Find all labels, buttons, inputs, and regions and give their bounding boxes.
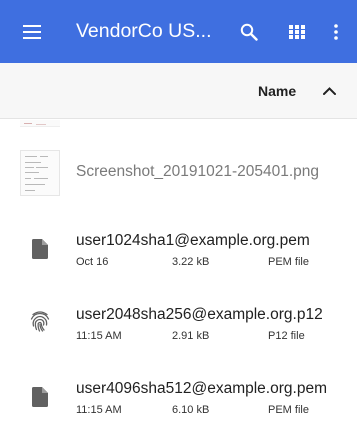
file-date: 11:15 AM bbox=[76, 404, 122, 416]
list-item[interactable]: user1024sha1@example.org.pem Oct 16 3.22… bbox=[0, 220, 357, 276]
file-icon bbox=[20, 386, 60, 408]
app-toolbar: VendorCo US... bbox=[0, 0, 357, 63]
file-name: user1024sha1@example.org.pem bbox=[76, 232, 310, 249]
file-list: Screenshot_20191021-205401.png user1024s… bbox=[0, 120, 357, 424]
file-type: PEM file bbox=[268, 256, 309, 268]
list-item[interactable]: user2048sha256@example.org.p12 11:15 AM … bbox=[0, 294, 357, 350]
sort-by-name-button[interactable]: Name bbox=[258, 63, 296, 119]
file-icon bbox=[20, 238, 60, 260]
file-size: 6.10 kB bbox=[172, 404, 210, 416]
toolbar-title: VendorCo US... bbox=[76, 20, 212, 42]
file-name: user4096sha512@example.org.pem bbox=[76, 380, 327, 397]
file-date: Oct 16 bbox=[76, 256, 109, 268]
partial-list-item-thumbnail bbox=[20, 120, 60, 127]
fingerprint-icon bbox=[20, 308, 60, 334]
list-item[interactable]: user4096sha512@example.org.pem 11:15 AM … bbox=[0, 368, 357, 424]
file-name: Screenshot_20191021-205401.png bbox=[76, 163, 320, 180]
list-item[interactable]: Screenshot_20191021-205401.png bbox=[0, 146, 357, 200]
search-icon[interactable] bbox=[232, 0, 266, 63]
file-date: 11:15 AM bbox=[76, 330, 122, 342]
file-name: user2048sha256@example.org.p12 bbox=[76, 306, 323, 323]
hamburger-menu-icon[interactable] bbox=[12, 0, 52, 63]
file-size: 3.22 kB bbox=[172, 256, 210, 268]
file-type: P12 file bbox=[268, 330, 305, 342]
grid-view-icon[interactable] bbox=[280, 0, 314, 63]
file-picker-screen: VendorCo US... Name Screenshot_20191021-… bbox=[0, 0, 357, 424]
sort-bar: Name bbox=[0, 63, 357, 119]
chevron-up-icon[interactable] bbox=[319, 63, 339, 119]
more-vert-icon[interactable] bbox=[322, 0, 350, 63]
file-size: 2.91 kB bbox=[172, 330, 210, 342]
image-thumbnail bbox=[20, 150, 60, 196]
file-type: PEM file bbox=[268, 404, 309, 416]
